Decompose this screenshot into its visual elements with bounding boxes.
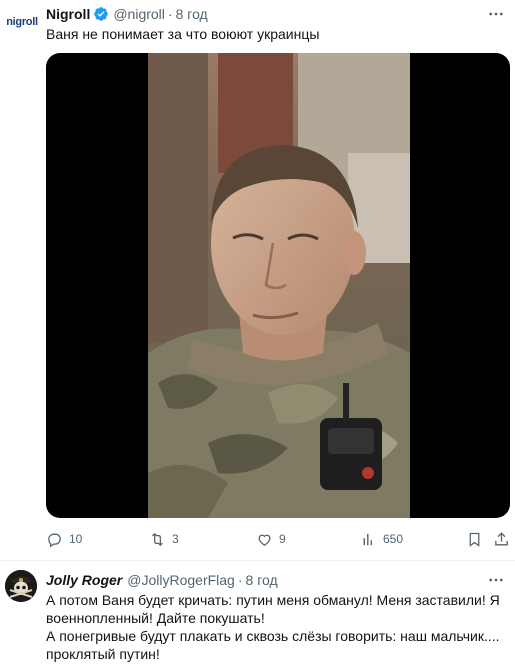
bookmark-button[interactable] xyxy=(466,528,489,550)
tweet-actions: 10 3 9 650 xyxy=(46,528,510,550)
retweet-count: 3 xyxy=(172,532,179,546)
reply-text-line: А потом Ваня будет кричать: путин меня о… xyxy=(46,592,500,626)
timestamp[interactable]: 8 год xyxy=(246,572,278,588)
verified-badge-icon xyxy=(93,6,109,22)
author-handle[interactable]: @nigroll xyxy=(113,6,165,22)
views-button[interactable]: 650 xyxy=(360,528,403,550)
share-icon xyxy=(495,531,508,545)
author-name[interactable]: Jolly Roger xyxy=(46,572,122,588)
video-player[interactable] xyxy=(46,53,510,518)
reply-count: 10 xyxy=(69,532,83,546)
reply-icon xyxy=(48,533,61,547)
timestamp[interactable]: 8 год xyxy=(176,6,208,22)
tweet-header: Jolly Roger @JollyRogerFlag · 8 год xyxy=(46,570,278,590)
avatar-brand-text: nigroll xyxy=(6,16,38,28)
share-button[interactable] xyxy=(493,528,515,550)
tweet-divider xyxy=(0,560,515,561)
tweet-text: Ваня не понимает за что воюют украинцы xyxy=(46,26,320,42)
avatar-jolly-roger[interactable] xyxy=(5,570,37,602)
like-button[interactable]: 9 xyxy=(256,528,286,550)
bookmark-icon xyxy=(469,532,480,547)
views-count: 650 xyxy=(383,532,404,546)
like-icon xyxy=(258,534,271,546)
author-name[interactable]: Nigroll xyxy=(46,6,90,22)
like-count: 9 xyxy=(279,532,286,546)
video-thumbnail xyxy=(148,53,410,518)
timeline: nigroll Nigroll @nigroll · 8 год Ваня не… xyxy=(0,0,515,668)
soldier-portrait-image xyxy=(148,53,410,518)
more-icon[interactable] xyxy=(485,570,507,590)
pirate-skull-icon xyxy=(5,570,37,602)
avatar-nigroll[interactable]: nigroll xyxy=(5,12,39,32)
retweet-button[interactable]: 3 xyxy=(149,528,179,550)
reply-text: А потом Ваня будет кричать: путин меня о… xyxy=(46,591,506,663)
separator-dot: · xyxy=(167,6,173,22)
author-handle[interactable]: @JollyRogerFlag xyxy=(127,572,235,588)
views-icon xyxy=(363,533,373,545)
separator-dot: · xyxy=(237,572,243,588)
retweet-icon xyxy=(152,532,163,546)
reply-button[interactable]: 10 xyxy=(46,528,82,550)
tweet-header: Nigroll @nigroll · 8 год xyxy=(46,4,208,24)
reply-text-line: А понегривые будут плакать и сквозь слёз… xyxy=(46,628,500,662)
more-icon[interactable] xyxy=(485,4,507,24)
